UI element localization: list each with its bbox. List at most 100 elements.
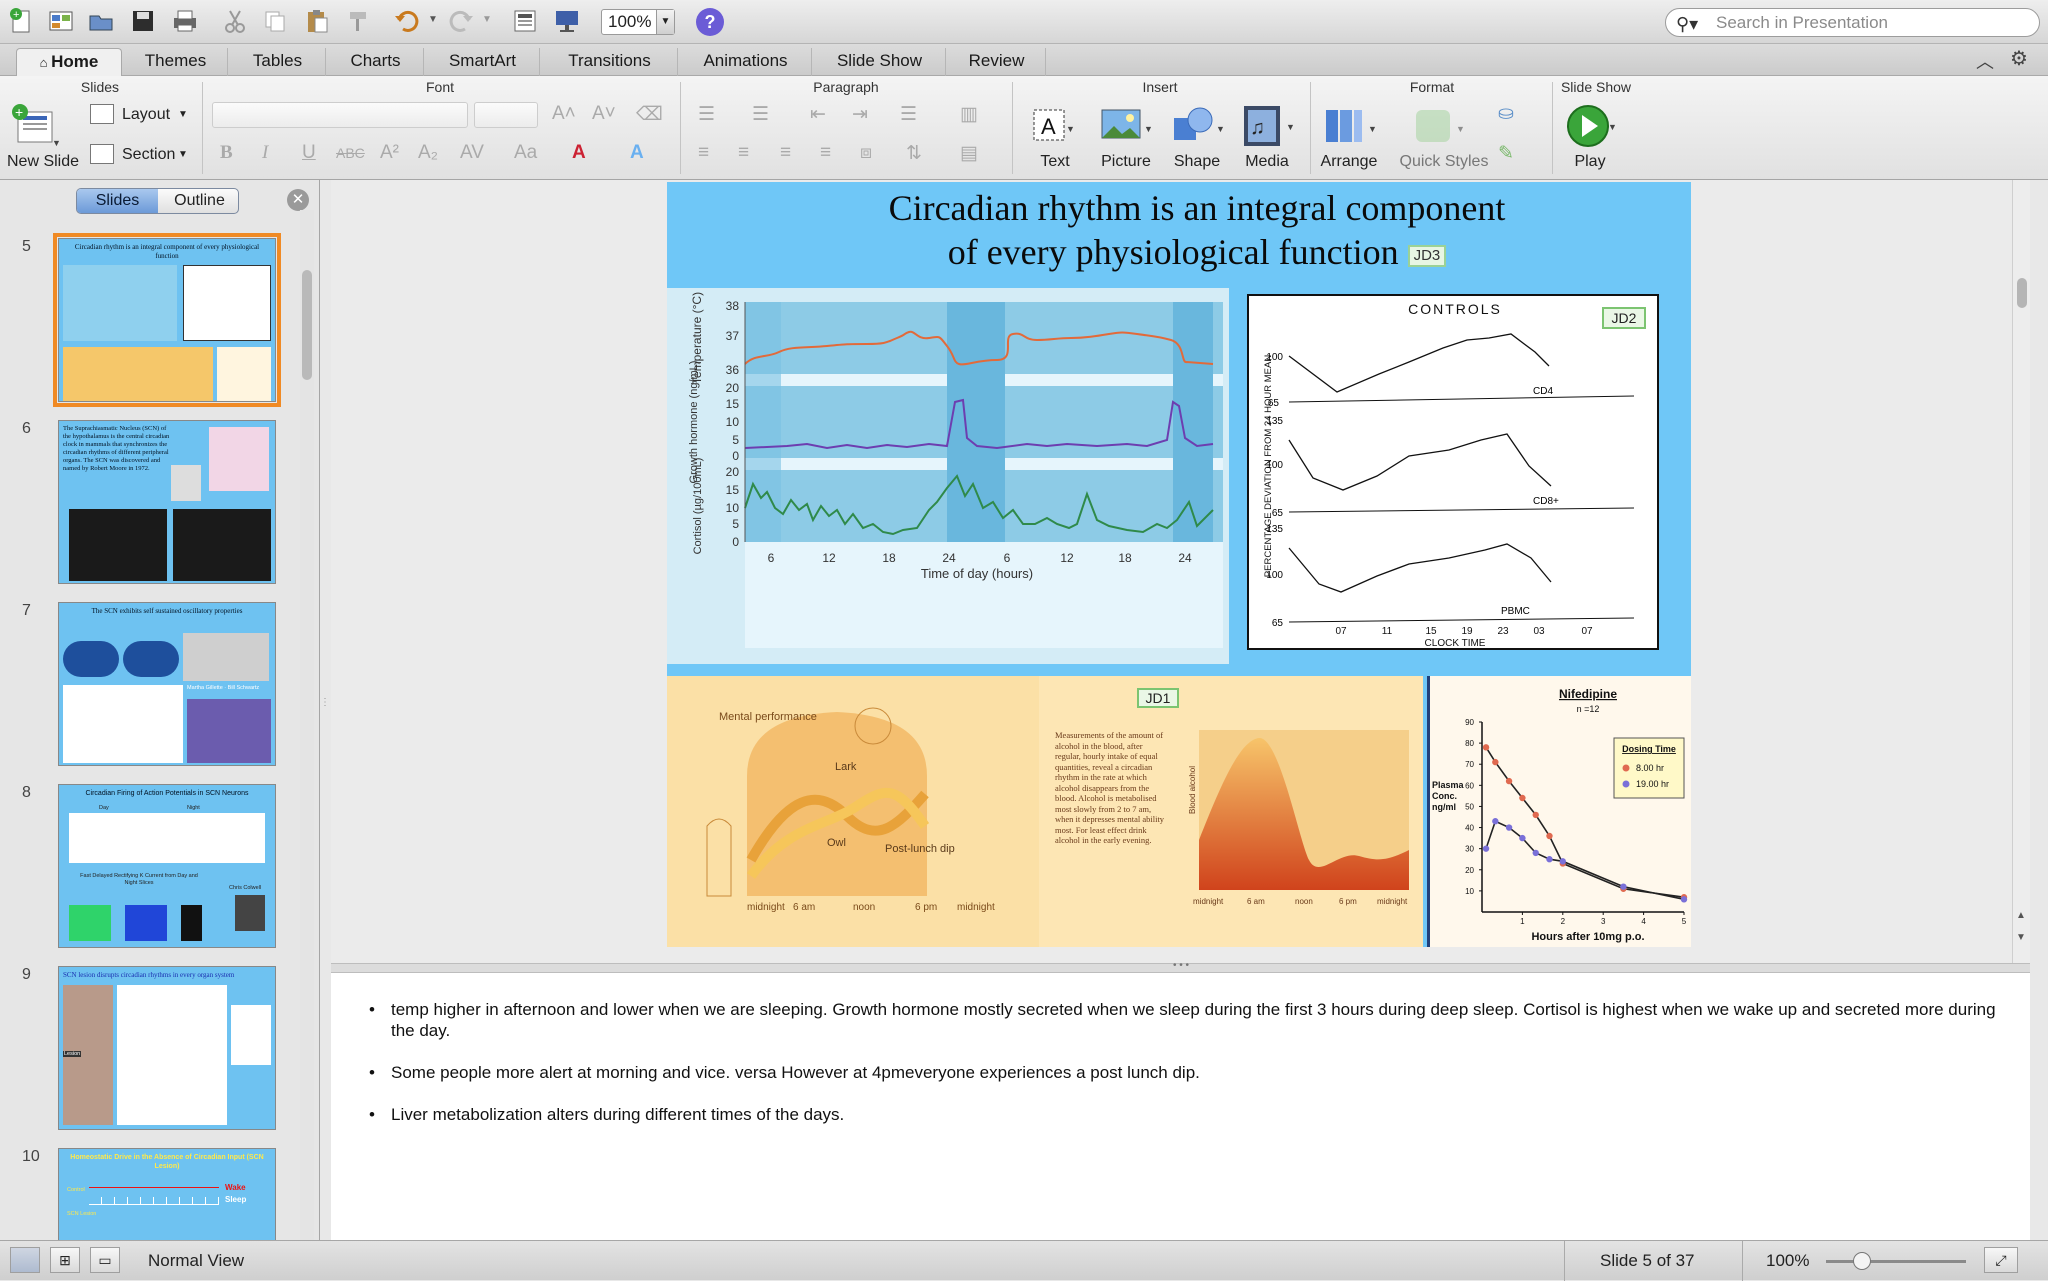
arrange-button[interactable]: Arrange [1314, 153, 1384, 171]
tab-smartart[interactable]: SmartArt [426, 48, 540, 76]
alcohol-figure[interactable]: JD1 Measurements of the amount of alcoho… [1039, 676, 1423, 947]
picture-icon[interactable]: ▼ [1098, 104, 1154, 148]
align-left-icon[interactable]: ≡ [698, 142, 709, 164]
tab-slides[interactable]: Slides [77, 189, 158, 213]
decrease-indent-icon[interactable]: ⇤ [810, 103, 826, 126]
italic-button[interactable]: I [262, 142, 268, 164]
zoom-combobox[interactable]: 100% ▼ [601, 9, 675, 35]
new-icon[interactable]: + [6, 6, 36, 36]
thumbnail-slide-5[interactable]: Circadian rhythm is an integral componen… [53, 233, 281, 407]
shrink-font-icon[interactable]: A˅ [592, 103, 616, 125]
tab-outline[interactable]: Outline [159, 189, 238, 213]
chevron-down-icon[interactable]: ▼ [656, 10, 674, 34]
next-slide-icon[interactable]: ▼ [2016, 932, 2026, 943]
text-box-icon[interactable]: A ▼ [1030, 104, 1075, 148]
bullets-icon[interactable]: ☰ [698, 103, 715, 126]
strikethrough-button[interactable]: ABC [336, 145, 365, 161]
arrange-icon[interactable]: ▼ [1322, 104, 1378, 148]
zoom-slider-handle[interactable] [1853, 1252, 1871, 1270]
notes-pane[interactable]: temp higher in afternoon and lower when … [331, 973, 2030, 1240]
play-button[interactable]: Play [1562, 153, 1618, 171]
cut-icon[interactable] [220, 6, 250, 36]
layout-button[interactable]: Layout [122, 106, 170, 124]
tab-transitions[interactable]: Transitions [542, 48, 678, 76]
slide-canvas[interactable]: Circadian rhythm is an integral componen… [667, 182, 1691, 947]
play-icon[interactable]: ▼ [1566, 102, 1618, 150]
comment-tag-jd2[interactable]: JD2 [1612, 310, 1637, 326]
comment-tag-jd1[interactable]: JD1 [1137, 688, 1179, 708]
columns-icon[interactable]: ▥ [960, 103, 978, 126]
normal-view-icon[interactable] [10, 1247, 40, 1273]
redo-icon[interactable] [446, 6, 476, 36]
quick-styles-icon[interactable]: ▼ [1410, 104, 1466, 148]
slide-layout-icon[interactable] [510, 6, 540, 36]
paste-icon[interactable] [302, 6, 332, 36]
align-text-icon[interactable]: ▤ [960, 142, 978, 165]
superscript-button[interactable]: A² [380, 142, 399, 164]
tab-themes[interactable]: Themes [124, 48, 228, 76]
line-color-icon[interactable]: ✎ [1498, 142, 1514, 165]
print-icon[interactable] [170, 6, 200, 36]
search-icon[interactable]: ⚲▾ [1676, 11, 1698, 38]
notes-splitter[interactable]: • • • [331, 960, 2030, 973]
underline-button[interactable]: U [302, 142, 316, 164]
gear-icon[interactable]: ⚙ [2010, 46, 2028, 71]
collapse-ribbon-icon[interactable]: ︿ [1976, 48, 1994, 74]
tab-animations[interactable]: Animations [680, 48, 812, 76]
align-right-icon[interactable]: ≡ [780, 142, 791, 164]
template-icon[interactable] [46, 6, 76, 36]
navigator-scrollbar[interactable] [300, 210, 314, 1240]
scrollbar-thumb[interactable] [2017, 278, 2027, 308]
help-icon[interactable]: ? [696, 8, 724, 36]
text-effects-icon[interactable]: A [630, 142, 644, 164]
open-icon[interactable] [86, 6, 116, 36]
close-icon[interactable]: ✕ [287, 189, 309, 211]
bold-button[interactable]: B [220, 142, 233, 164]
fill-color-icon[interactable]: ⛀ [1498, 102, 1514, 125]
search-input[interactable]: ⚲▾ Search in Presentation [1665, 8, 2040, 37]
font-name-field[interactable] [212, 102, 468, 128]
insert-text-button[interactable]: Text [1028, 153, 1082, 171]
new-slide-icon[interactable]: + ▼ [10, 102, 61, 152]
tab-slide-show[interactable]: Slide Show [814, 48, 946, 76]
controls-figure[interactable]: CONTROLS JD2 PERCENTAGE DEVIATION FROM 2… [1247, 294, 1659, 650]
note-bullet[interactable]: temp higher in afternoon and lower when … [359, 999, 2009, 1041]
distributed-icon[interactable]: ⧈ [860, 142, 872, 164]
insert-picture-button[interactable]: Picture [1094, 153, 1158, 171]
font-size-field[interactable] [474, 102, 538, 128]
justify-icon[interactable]: ≡ [820, 142, 831, 164]
physiology-figure[interactable]: 38 37 36 20 15 10 5 0 20 15 10 5 0 6 12 [667, 288, 1229, 664]
fit-to-window-icon[interactable]: ⤢ [1984, 1247, 2018, 1273]
tab-tables[interactable]: Tables [230, 48, 326, 76]
pane-resize-handle[interactable]: ⋮ [320, 698, 330, 708]
undo-icon[interactable] [392, 6, 422, 36]
font-color-icon[interactable]: A [572, 142, 586, 164]
numbering-icon[interactable]: ☰ [752, 103, 769, 126]
change-case-icon[interactable]: Aa [514, 142, 537, 164]
thumbnail-slide-7[interactable]: The SCN exhibits self sustained oscillat… [58, 602, 276, 766]
thumbnail-slide-8[interactable]: Circadian Firing of Action Potentials in… [58, 784, 276, 948]
zoom-slider[interactable] [1826, 1260, 1966, 1263]
media-icon[interactable]: ♫ ▼ [1240, 102, 1296, 150]
character-spacing-icon[interactable]: AV [460, 142, 484, 164]
shape-icon[interactable]: ▼ [1170, 104, 1226, 148]
scrollbar-thumb[interactable] [302, 270, 312, 380]
insert-shape-button[interactable]: Shape [1166, 153, 1228, 171]
nifedipine-chart[interactable]: Nifedipine n =12 Plasma Conc. ng/ml Hours … [1427, 676, 1691, 947]
clear-format-icon[interactable]: ⌫ [636, 103, 663, 126]
comment-tag-jd3[interactable]: JD3 [1407, 244, 1447, 267]
slideshow-icon[interactable] [552, 6, 582, 36]
editor-scrollbar[interactable]: ▲ ▼ [2012, 180, 2030, 963]
thumbnail-slide-6[interactable]: The Suprachiasmatic Nucleus (SCN) of the… [58, 420, 276, 584]
mental-performance-figure[interactable]: Mental performance Lark Owl Post-lunch d… [667, 676, 1039, 947]
tab-home[interactable]: ⌂ Home [16, 48, 122, 76]
thumbnail-slide-10[interactable]: Homeostatic Drive in the Absence of Circ… [58, 1148, 276, 1240]
subscript-button[interactable]: A₂ [418, 142, 438, 164]
new-slide-button[interactable]: New Slide [4, 153, 82, 171]
previous-slide-icon[interactable]: ▲ [2016, 910, 2026, 921]
presenter-view-icon[interactable]: ▭ [90, 1247, 120, 1273]
undo-dropdown-icon[interactable]: ▼ [428, 14, 438, 25]
copy-icon[interactable] [260, 6, 290, 36]
slide-sorter-icon[interactable]: ⊞ [50, 1247, 80, 1273]
tab-review[interactable]: Review [948, 48, 1046, 76]
